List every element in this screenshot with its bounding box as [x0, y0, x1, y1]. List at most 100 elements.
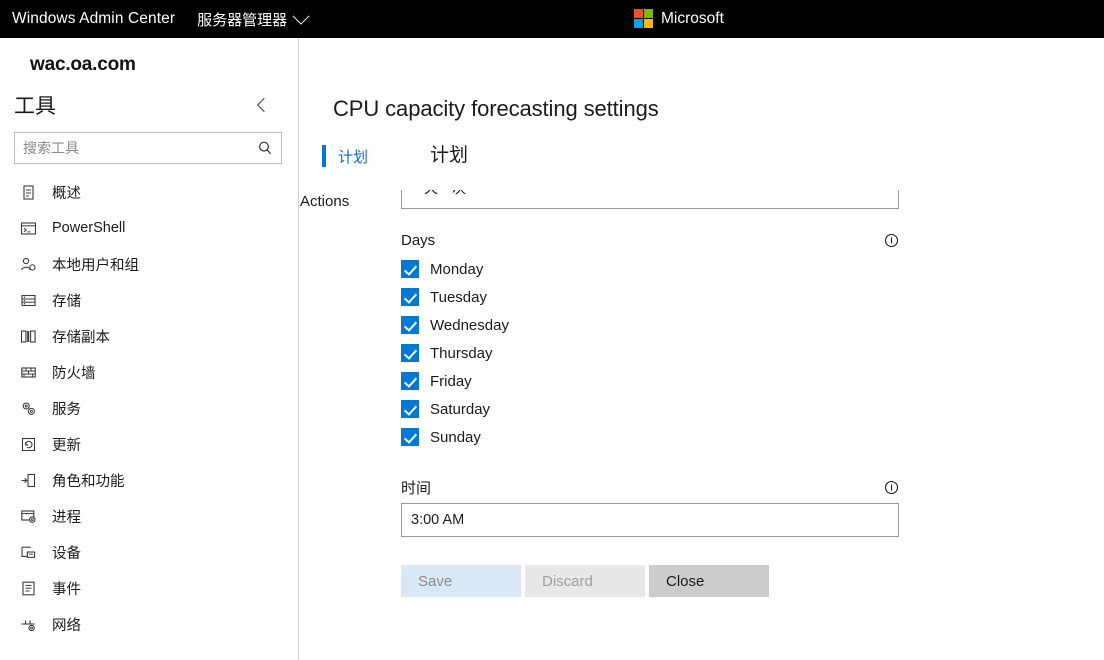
- sidebar-item-label: 事件: [52, 581, 81, 598]
- sidebar-item-label: 设备: [52, 545, 81, 562]
- network-icon: [18, 614, 38, 634]
- chevron-left-icon: [256, 97, 272, 113]
- services-icon: [18, 398, 38, 418]
- sidebar-item-label: 防火墙: [52, 365, 96, 382]
- sidebar-item-overview[interactable]: 概述: [0, 174, 298, 210]
- info-icon[interactable]: [884, 480, 899, 495]
- sidebar-item-clipped[interactable]: [0, 642, 298, 644]
- search-input[interactable]: [15, 140, 257, 156]
- day-checkbox-tuesday[interactable]: Tuesday: [401, 283, 899, 311]
- processes-icon: [18, 506, 38, 526]
- day-checkbox-thursday[interactable]: Thursday: [401, 339, 899, 367]
- checkbox-checked-icon: [401, 372, 419, 390]
- powershell-icon: [18, 218, 38, 238]
- sidebar-item-storage-replica[interactable]: 存储副本: [0, 318, 298, 354]
- day-checkbox-sunday[interactable]: Sunday: [401, 423, 899, 451]
- day-checkbox-friday[interactable]: Friday: [401, 367, 899, 395]
- microsoft-wordmark: Microsoft: [661, 9, 724, 27]
- day-label: Thursday: [430, 344, 493, 362]
- save-button[interactable]: Save: [401, 565, 521, 597]
- sidebar-item-label: 概述: [52, 185, 81, 202]
- firewall-icon: [18, 362, 38, 382]
- sidebar-item-powershell[interactable]: PowerShell: [0, 210, 298, 246]
- sidebar-item-network[interactable]: 网络: [0, 606, 298, 642]
- checkbox-checked-icon: [401, 288, 419, 306]
- days-checkbox-group: Monday Tuesday Wednesday Thursday Friday…: [401, 255, 899, 451]
- sidebar-item-storage[interactable]: 存储: [0, 282, 298, 318]
- roles-features-icon: [18, 470, 38, 490]
- day-label: Wednesday: [430, 316, 509, 334]
- sidebar-item-events[interactable]: 事件: [0, 570, 298, 606]
- sidebar-item-label: 存储: [52, 293, 81, 310]
- search-icon[interactable]: [257, 140, 281, 156]
- top-bar: Windows Admin Center 服务器管理器 Microsoft: [0, 0, 1104, 38]
- day-label: Saturday: [430, 400, 491, 418]
- clipped-tool-icon: [18, 642, 38, 644]
- checkbox-checked-icon: [401, 260, 419, 278]
- section-selector[interactable]: 服务器管理器: [197, 7, 310, 30]
- actions-label: Actions: [300, 193, 350, 210]
- day-label: Friday: [430, 372, 472, 390]
- settings-panel: 计划: [430, 144, 1104, 168]
- checkbox-checked-icon: [401, 344, 419, 362]
- day-label: Tuesday: [430, 288, 487, 306]
- sidebar-item-local-users[interactable]: 本地用户和组: [0, 246, 298, 282]
- updates-icon: [18, 434, 38, 454]
- sidebar: wac.oa.com 工具 概述 PowerShell: [0, 38, 299, 660]
- app-brand[interactable]: Windows Admin Center: [0, 10, 175, 28]
- sidebar-item-devices[interactable]: 设备: [0, 534, 298, 570]
- sidebar-item-label: 本地用户和组: [52, 257, 139, 274]
- actions-select[interactable]: 一天一次: [401, 190, 899, 209]
- sidebar-item-firewall[interactable]: 防火墙: [0, 354, 298, 390]
- checkbox-checked-icon: [401, 400, 419, 418]
- devices-icon: [18, 542, 38, 562]
- sidebar-item-label: 更新: [52, 437, 81, 454]
- collapse-sidebar-button[interactable]: [252, 93, 276, 117]
- page-title: CPU capacity forecasting settings: [333, 96, 659, 121]
- checkbox-checked-icon: [401, 428, 419, 446]
- close-button[interactable]: Close: [649, 565, 769, 597]
- settings-tabs: 计划: [322, 144, 430, 168]
- connection-name: wac.oa.com: [30, 54, 136, 75]
- sidebar-item-processes[interactable]: 进程: [0, 498, 298, 534]
- days-field: Days Monday Tuesday Wednesday Thursday F…: [401, 232, 899, 451]
- time-input[interactable]: [401, 503, 899, 537]
- sidebar-item-label: 角色和功能: [52, 473, 125, 490]
- overview-icon: [18, 182, 38, 202]
- settings-body: 计划 计划: [300, 144, 1104, 168]
- discard-button[interactable]: Discard: [525, 565, 645, 597]
- sidebar-item-label: PowerShell: [52, 220, 126, 236]
- day-checkbox-monday[interactable]: Monday: [401, 255, 899, 283]
- day-checkbox-saturday[interactable]: Saturday: [401, 395, 899, 423]
- tab-selected-indicator: [322, 145, 326, 167]
- microsoft-squares-icon: [634, 9, 653, 28]
- sidebar-item-label: 存储副本: [52, 329, 110, 346]
- events-icon: [18, 578, 38, 598]
- sidebar-item-roles-features[interactable]: 角色和功能: [0, 462, 298, 498]
- tab-schedule[interactable]: 计划: [322, 144, 430, 168]
- tools-list: 概述 PowerShell 本地用户和组 存储 存储副本 防火墙 服务 更新 角…: [0, 174, 298, 644]
- tools-header: 工具: [0, 76, 298, 126]
- actions-select-value: 一天一次: [410, 190, 466, 198]
- sidebar-item-label: 服务: [52, 401, 81, 418]
- time-label: 时间: [401, 480, 432, 497]
- storage-replica-icon: [18, 326, 38, 346]
- tools-title: 工具: [14, 95, 56, 118]
- info-icon[interactable]: [884, 233, 899, 248]
- day-checkbox-wednesday[interactable]: Wednesday: [401, 311, 899, 339]
- section-label: 服务器管理器: [197, 11, 288, 29]
- tools-search: [14, 132, 282, 164]
- panel-heading: 计划: [430, 145, 469, 166]
- sidebar-item-label: 网络: [52, 617, 81, 634]
- local-users-icon: [18, 254, 38, 274]
- main-content: CPU capacity forecasting settings 计划 计划 …: [300, 38, 1104, 660]
- time-field-head: 时间: [401, 477, 899, 498]
- actions-row: Actions 一天一次: [300, 190, 1104, 210]
- time-field: 时间: [401, 477, 899, 537]
- days-field-head: Days: [401, 232, 899, 249]
- form-buttons: Save Discard Close: [401, 565, 1104, 597]
- sidebar-item-services[interactable]: 服务: [0, 390, 298, 426]
- sidebar-item-updates[interactable]: 更新: [0, 426, 298, 462]
- day-label: Sunday: [430, 428, 481, 446]
- checkbox-checked-icon: [401, 316, 419, 334]
